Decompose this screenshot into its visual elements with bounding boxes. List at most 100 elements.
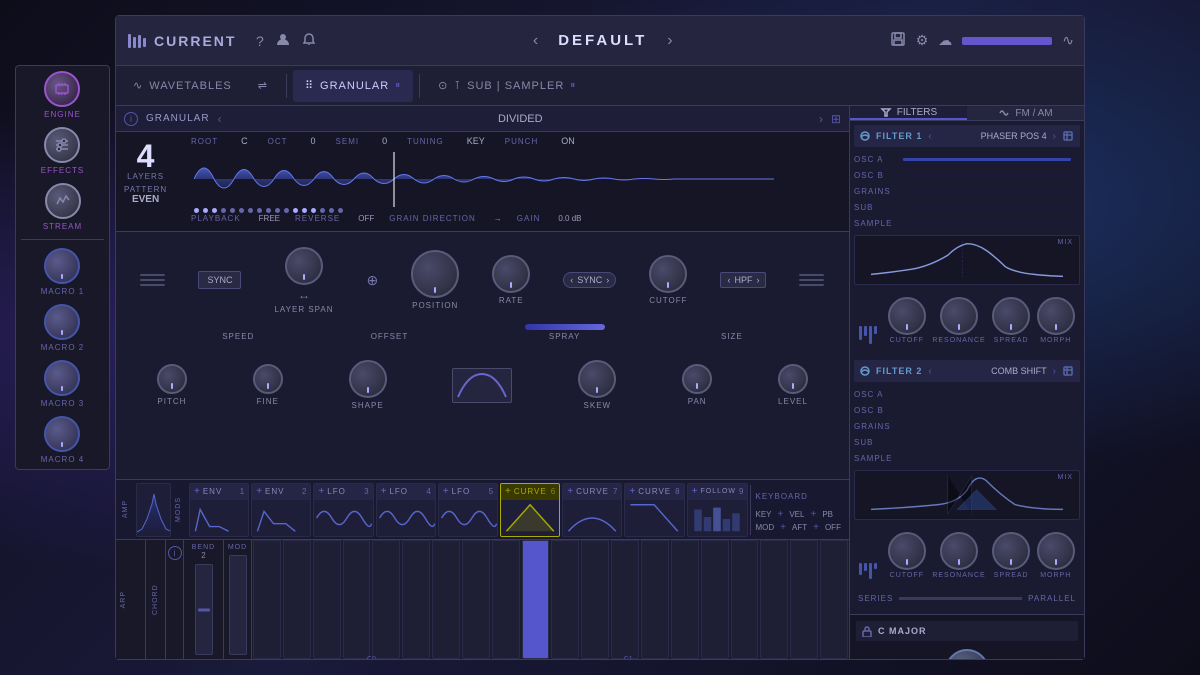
white-key[interactable] [432, 540, 460, 659]
pitch-knob-large[interactable] [945, 649, 989, 659]
stream-button[interactable] [45, 183, 81, 219]
mod-channel-curve8[interactable]: + CURVE 8 [624, 483, 684, 537]
tab-divider-2 [419, 74, 420, 98]
waveform-icon[interactable]: ∿ [1062, 32, 1074, 49]
macro2-knob[interactable] [44, 304, 80, 340]
white-key[interactable] [701, 540, 729, 659]
macro1-knob[interactable] [44, 248, 80, 284]
mod-channel-lfo3[interactable]: + LFO 3 [313, 483, 373, 537]
next-preset-button[interactable]: › [667, 32, 672, 50]
white-key[interactable] [581, 540, 609, 659]
white-key[interactable] [551, 540, 579, 659]
granular-next-button[interactable]: › [819, 112, 823, 126]
logo-area: CURRENT [126, 30, 246, 52]
grid-icon[interactable]: ⊞ [831, 112, 841, 126]
tab-osc2[interactable]: ⇌ [246, 70, 280, 102]
mod-channel-curve6[interactable]: + CURVE 6 [500, 483, 560, 537]
aft-label: AFT [792, 523, 807, 532]
level-knob[interactable] [778, 364, 808, 394]
cloud-icon[interactable]: ☁ [938, 32, 952, 49]
skew-knob[interactable] [578, 360, 616, 398]
effects-button[interactable] [44, 127, 80, 163]
filter1-cutoff-label: CUTOFF [890, 337, 924, 344]
info-icon-small[interactable]: i [168, 546, 182, 560]
help-icon[interactable]: ? [256, 33, 264, 49]
white-key[interactable] [731, 540, 759, 659]
mod-num-curve8: 8 [675, 487, 679, 496]
series-parallel-bar[interactable] [899, 597, 1022, 600]
filter2-spread-knob[interactable] [992, 532, 1030, 570]
white-key[interactable] [462, 540, 490, 659]
white-key[interactable] [641, 540, 669, 659]
filter2-next[interactable]: › [1053, 366, 1056, 377]
pitch-knob[interactable] [157, 364, 187, 394]
settings-icon[interactable]: ⚙ [916, 32, 929, 49]
rate-knob[interactable] [492, 255, 530, 293]
pan-knob[interactable] [682, 364, 712, 394]
bend-slider[interactable] [195, 564, 213, 655]
mod-channel-lfo4[interactable]: + LFO 4 [376, 483, 436, 537]
filter2-prev[interactable]: ‹ [928, 366, 931, 377]
filter1-next[interactable]: › [1053, 131, 1056, 142]
filter2-morph-knob[interactable] [1037, 532, 1075, 570]
white-key[interactable] [343, 540, 371, 659]
shape-knob[interactable] [349, 360, 387, 398]
granular-prev-button[interactable]: ‹ [218, 112, 222, 126]
white-key[interactable] [402, 540, 430, 659]
sync-button[interactable]: SYNC [198, 271, 241, 289]
white-key[interactable] [492, 540, 520, 659]
white-key-active[interactable] [522, 540, 550, 659]
macro4-knob[interactable] [44, 416, 80, 452]
filter1-cutoff-knob[interactable] [888, 297, 926, 335]
mod-channel-lfo5[interactable]: + LFO 5 [438, 483, 498, 537]
mod-channel-follow9[interactable]: + FOLLOW 9 [687, 483, 749, 537]
mod-channel-curve7[interactable]: + CURVE 7 [562, 483, 622, 537]
mod-slider[interactable] [229, 555, 247, 655]
filter1-spread-knob[interactable] [992, 297, 1030, 335]
white-key[interactable] [313, 540, 341, 659]
hpf-label[interactable]: HPF [734, 275, 752, 285]
filter2-resonance-knob[interactable] [940, 532, 978, 570]
engine-button[interactable] [44, 71, 80, 107]
filter1-morph-knob[interactable] [1037, 297, 1075, 335]
prev-preset-button[interactable]: ‹ [533, 32, 538, 50]
filter2-cutoff-knob[interactable] [888, 532, 926, 570]
main-window: CURRENT ? ‹ DEFAULT › [115, 15, 1085, 660]
tab-wavetables[interactable]: ∿ WAVETABLES [121, 70, 244, 102]
white-key[interactable] [372, 540, 400, 659]
mod-header-curve8: + CURVE 8 [625, 484, 683, 500]
layer-span-knob[interactable] [285, 247, 323, 285]
white-key[interactable] [671, 540, 699, 659]
white-key[interactable] [820, 540, 848, 659]
white-key[interactable] [611, 540, 639, 659]
engine-label: ENGINE [44, 110, 81, 119]
macro3-knob[interactable] [44, 360, 80, 396]
spray-bar[interactable] [525, 324, 605, 330]
position-knob[interactable] [411, 250, 459, 298]
filter1-prev[interactable]: ‹ [928, 131, 931, 142]
white-key[interactable] [790, 540, 818, 659]
tab-fm-am[interactable]: FM / AM [967, 106, 1084, 120]
white-key[interactable] [760, 540, 788, 659]
white-key[interactable] [283, 540, 311, 659]
mods-label: MODS [173, 495, 187, 524]
bell-icon[interactable] [302, 32, 316, 49]
fine-knob[interactable] [253, 364, 283, 394]
osc-b-label: OSC B [854, 171, 899, 180]
filter1-resonance-knob[interactable] [940, 297, 978, 335]
white-key[interactable] [253, 540, 281, 659]
filter1-section: FILTER 1 ‹ PHASER POS 4 › OSC A [850, 121, 1084, 352]
tab-sub-sampler[interactable]: ⊙ ⊺ SUB | SAMPLER ⏸ [426, 70, 588, 102]
parallel-label: PARALLEL [1028, 594, 1076, 603]
user-icon[interactable] [276, 32, 290, 49]
mod-channel-env1[interactable]: + ENV 1 [189, 483, 249, 537]
plus-off: + [813, 522, 819, 533]
tab-granular[interactable]: ⠿ GRANULAR ⏸ [293, 70, 413, 102]
cutoff-knob[interactable] [649, 255, 687, 293]
save-icon[interactable] [890, 31, 906, 50]
mod-channel-env2[interactable]: + ENV 2 [251, 483, 311, 537]
mod-header-env1: + ENV 1 [190, 484, 248, 500]
stream-section: STREAM [43, 183, 82, 231]
tab-filters[interactable]: FILTERS [850, 106, 967, 120]
info-icon[interactable]: i [124, 112, 138, 126]
